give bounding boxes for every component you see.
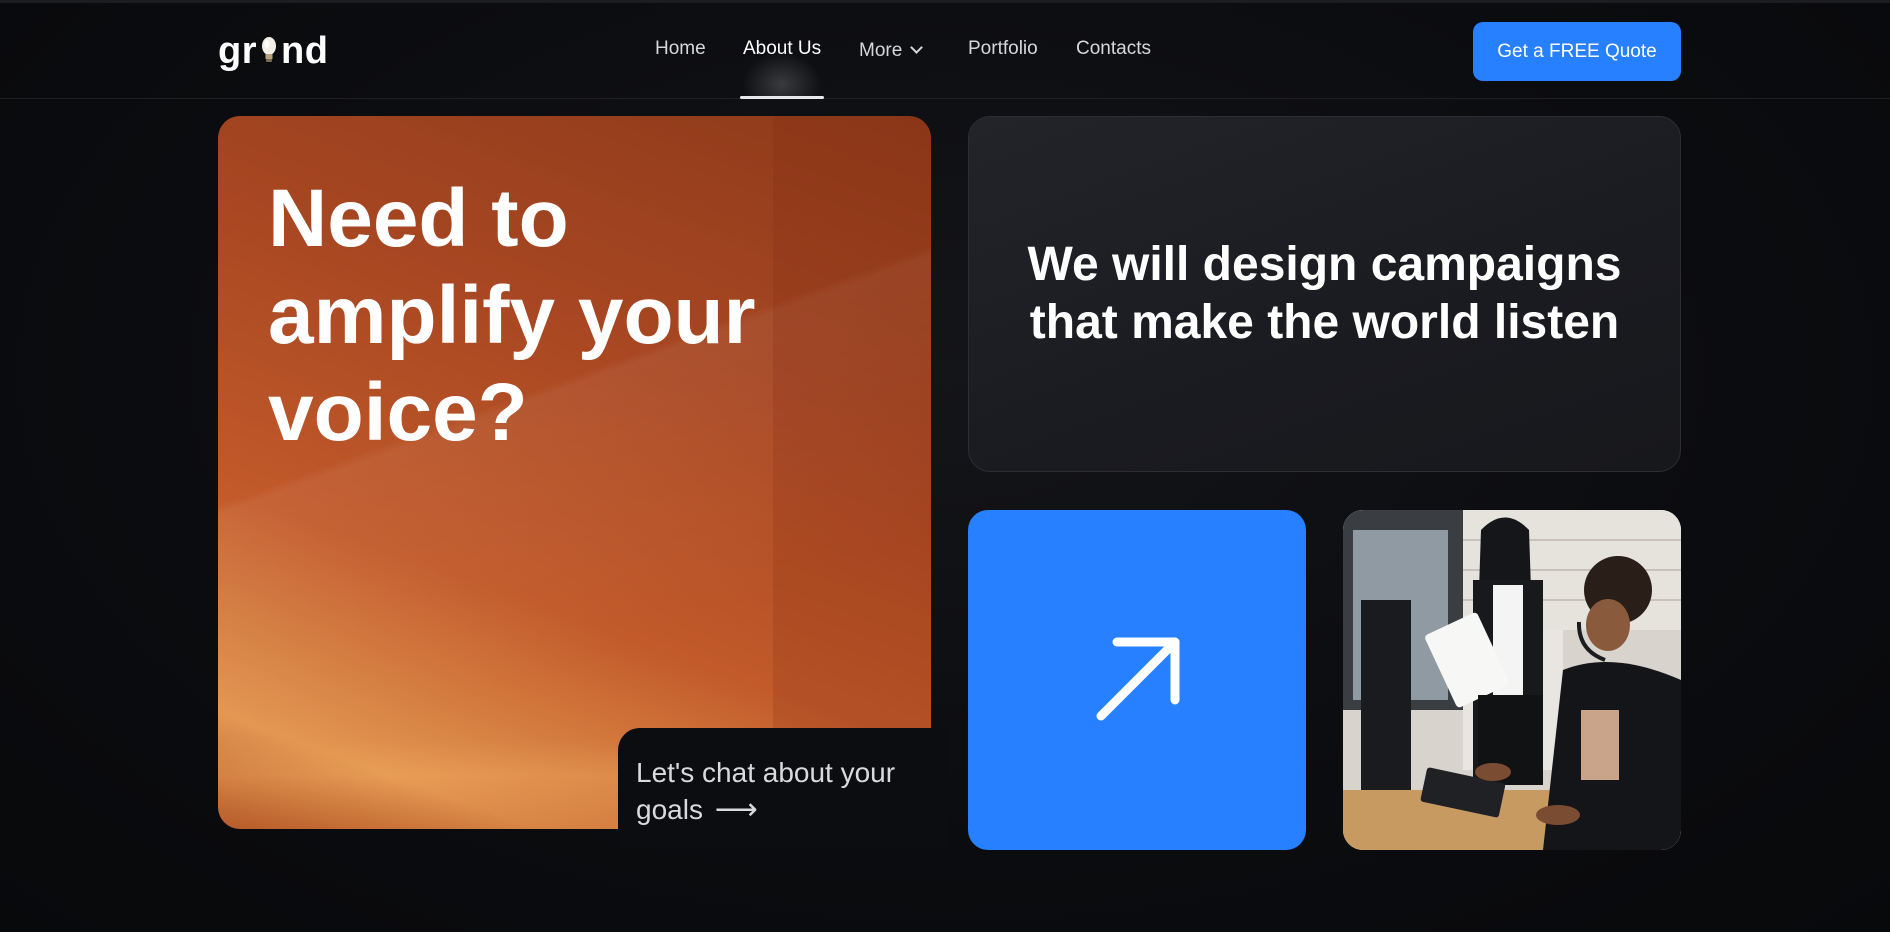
lightbulb-icon (258, 33, 280, 63)
arrow-link-card[interactable] (968, 510, 1306, 850)
nav-active-indicator (740, 96, 824, 99)
hero-title: Need to amplify your voice? (268, 173, 756, 458)
chat-goals-label: Let's chat about your goals (636, 757, 896, 825)
nav-about-us[interactable]: About Us (743, 38, 821, 60)
logo[interactable]: gr nd (218, 28, 328, 74)
statement-card: We will design campaigns that make the w… (968, 116, 1681, 472)
nav-portfolio[interactable]: Portfolio (968, 38, 1038, 60)
chevron-down-icon (910, 41, 924, 54)
page: gr nd Home About Us More Portfolio Conta… (0, 0, 1890, 932)
nav-contacts[interactable]: Contacts (1076, 38, 1151, 60)
hero-card: Need to amplify your voice? Let's chat a… (218, 116, 948, 848)
logo-text-end: nd (281, 29, 329, 72)
statement-text: We will design campaigns that make the w… (1027, 238, 1622, 349)
nav-more-label: More (859, 40, 903, 61)
header: gr nd Home About Us More Portfolio Conta… (0, 0, 1890, 99)
logo-text-start: gr (218, 29, 257, 72)
chat-goals-link[interactable]: Let's chat about your goals ⟶ (636, 754, 936, 828)
get-quote-button[interactable]: Get a FREE Quote (1473, 22, 1681, 81)
nav-home[interactable]: Home (655, 38, 706, 60)
arrow-right-icon: ⟶ (714, 792, 758, 827)
nav-more[interactable]: More (859, 40, 924, 62)
arrow-up-right-icon (1096, 637, 1180, 721)
two-women-headsets-photo (1343, 510, 1681, 850)
